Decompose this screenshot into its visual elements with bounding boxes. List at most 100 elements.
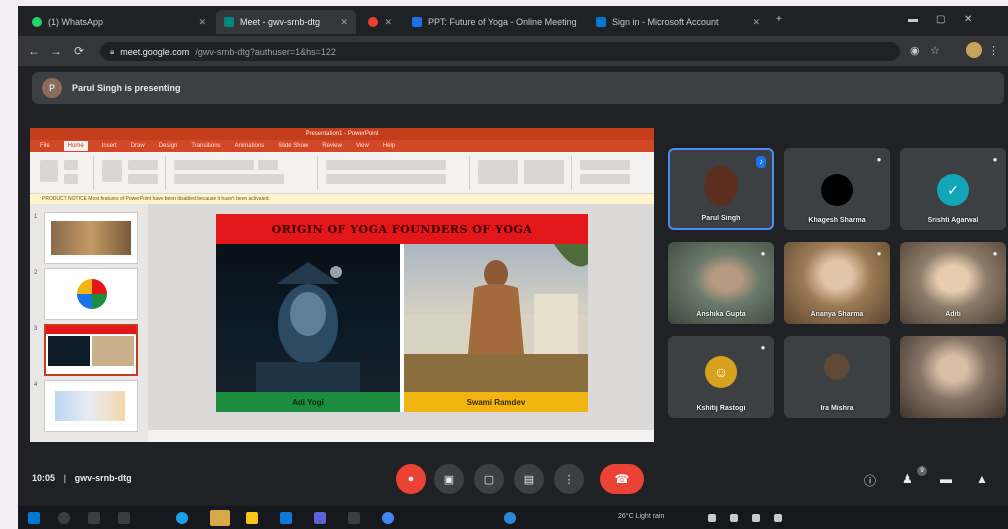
- edge-icon[interactable]: [176, 512, 188, 524]
- close-tab-icon[interactable]: ✕: [384, 17, 392, 28]
- volume-icon[interactable]: [752, 514, 760, 522]
- meeting-details-button[interactable]: ⓘ: [864, 472, 876, 489]
- replace-icon[interactable]: [580, 174, 630, 184]
- tab-ppt[interactable]: PPT: Future of Yoga - Online Meeting ✕: [404, 10, 584, 34]
- participant-tile[interactable]: [900, 336, 1006, 418]
- ribbon-tab[interactable]: Animations: [235, 143, 265, 149]
- mic-muted-icon: ●: [876, 155, 882, 164]
- participant-name: Srishti Agarwal: [927, 217, 979, 224]
- participant-avatar: ✓: [937, 174, 969, 206]
- widgets-icon[interactable]: [118, 512, 130, 524]
- people-button[interactable]: ♟: [902, 472, 913, 486]
- meeting-code: gwv-srnb-dtg: [74, 473, 132, 483]
- lock-icon: 🔒︎: [110, 46, 115, 56]
- participant-name: Aditi: [945, 311, 961, 318]
- font-format-buttons[interactable]: [174, 174, 284, 184]
- reset-icon[interactable]: [128, 174, 158, 184]
- people-icon: ♟: [902, 472, 913, 486]
- tray-chevron-icon[interactable]: [708, 514, 716, 522]
- participant-tile[interactable]: ● Khagesh Sharma: [784, 148, 890, 230]
- forward-icon[interactable]: →: [50, 44, 62, 58]
- chat-button[interactable]: ▬: [940, 472, 952, 486]
- paste-icon[interactable]: [40, 160, 58, 182]
- minimize-icon[interactable]: ▬: [908, 14, 918, 25]
- battery-icon[interactable]: [774, 514, 782, 522]
- participant-tile[interactable]: ☺ ● Kshitij Rastogi: [668, 336, 774, 418]
- tab-label: Meet - gwv-srnb-dtg: [240, 17, 321, 27]
- ribbon-tab[interactable]: Home: [63, 141, 88, 151]
- maximize-icon[interactable]: ▢: [936, 14, 945, 25]
- swami-ramdev-image: [404, 244, 588, 392]
- ribbon-tab[interactable]: Transitions: [191, 143, 220, 149]
- ribbon-tab[interactable]: Slide Show: [278, 143, 308, 149]
- reload-icon[interactable]: ⟳: [74, 44, 84, 58]
- copy-icon[interactable]: [64, 174, 78, 184]
- shapes-icon[interactable]: [478, 160, 518, 184]
- present-button[interactable]: ▤: [514, 464, 544, 494]
- slide-thumbnail-selected[interactable]: [44, 324, 138, 376]
- task-view-icon[interactable]: [88, 512, 100, 524]
- list-buttons[interactable]: [326, 160, 446, 170]
- chrome-icon[interactable]: [382, 512, 394, 524]
- app-icon[interactable]: [348, 512, 360, 524]
- ribbon-tab[interactable]: Insert: [102, 143, 117, 149]
- search-icon[interactable]: [58, 512, 70, 524]
- profile-avatar[interactable]: [966, 42, 982, 58]
- teams-taskbar-icon[interactable]: [314, 512, 326, 524]
- activities-icon: ▲: [976, 472, 988, 486]
- slide-thumbnail[interactable]: [44, 212, 138, 264]
- camera-permission-icon[interactable]: ◉: [910, 44, 920, 57]
- windows-start-icon[interactable]: [28, 512, 40, 524]
- new-tab-button[interactable]: +: [776, 14, 782, 25]
- folder-icon[interactable]: [246, 512, 258, 524]
- close-tab-icon[interactable]: ✕: [752, 17, 760, 28]
- file-explorer-icon[interactable]: [210, 510, 230, 526]
- new-slide-icon[interactable]: [102, 160, 122, 182]
- ribbon-tab[interactable]: Draw: [131, 143, 145, 149]
- participant-tile[interactable]: Ira Mishra: [784, 336, 890, 418]
- cut-icon[interactable]: [64, 160, 78, 170]
- find-icon[interactable]: [580, 160, 630, 170]
- participant-tile[interactable]: ● Anshika Gupta: [668, 242, 774, 324]
- close-window-icon[interactable]: ✕: [964, 14, 972, 25]
- tab-meet[interactable]: Meet - gwv-srnb-dtg ✕: [216, 10, 356, 34]
- slide-thumbnail-panel: 1 2 3 4: [30, 204, 148, 442]
- tab-whatsapp[interactable]: (1) WhatsApp ✕: [24, 10, 214, 34]
- store-icon[interactable]: [280, 512, 292, 524]
- slide-thumbnail[interactable]: [44, 268, 138, 320]
- captions-button[interactable]: ▢: [474, 464, 504, 494]
- camera-button[interactable]: ▣: [434, 464, 464, 494]
- participant-tile[interactable]: ● Aditi: [900, 242, 1006, 324]
- close-tab-icon[interactable]: ✕: [340, 17, 348, 28]
- network-icon[interactable]: [730, 514, 738, 522]
- font-name-field[interactable]: [174, 160, 254, 170]
- participant-tile[interactable]: ✓ ● Srishti Agarwal: [900, 148, 1006, 230]
- more-options-button[interactable]: ⋮: [554, 464, 584, 494]
- speaking-icon: ♪: [756, 156, 766, 168]
- ribbon-tab[interactable]: View: [356, 143, 369, 149]
- tab-microsoft[interactable]: Sign in - Microsoft Account ✕: [588, 10, 768, 34]
- tab-recording[interactable]: ✕: [360, 10, 400, 34]
- participant-tile[interactable]: ♪ Parul Singh: [668, 148, 774, 230]
- close-tab-icon[interactable]: ✕: [583, 17, 584, 28]
- slide-title: ORIGIN OF YOGA FOUNDERS OF YOGA: [216, 214, 588, 244]
- align-buttons[interactable]: [326, 174, 446, 184]
- font-size-field[interactable]: [258, 160, 278, 170]
- menu-icon[interactable]: ⋮: [988, 44, 999, 57]
- ribbon-tab[interactable]: File: [40, 143, 50, 149]
- ribbon-tab[interactable]: Design: [159, 143, 178, 149]
- ribbon-tab[interactable]: Help: [383, 143, 395, 149]
- close-tab-icon[interactable]: ✕: [198, 17, 206, 28]
- ribbon-tab[interactable]: Review: [322, 143, 342, 149]
- activities-button[interactable]: ▲: [976, 472, 988, 486]
- url-input[interactable]: 🔒︎ meet.google.com /gwv-srnb-dtg?authuse…: [100, 42, 900, 61]
- arrange-icon[interactable]: [524, 160, 564, 184]
- leave-call-button[interactable]: ☎: [600, 464, 644, 494]
- meeting-info: 10:05 | gwv-srnb-dtg: [32, 473, 132, 483]
- back-icon[interactable]: ←: [28, 44, 40, 58]
- participant-tile[interactable]: ● Ananya Sharma: [784, 242, 890, 324]
- bookmark-star-icon[interactable]: ☆: [930, 44, 940, 57]
- layout-icon[interactable]: [128, 160, 158, 170]
- slide-thumbnail[interactable]: [44, 380, 138, 432]
- mic-off-button[interactable]: ●: [396, 464, 426, 494]
